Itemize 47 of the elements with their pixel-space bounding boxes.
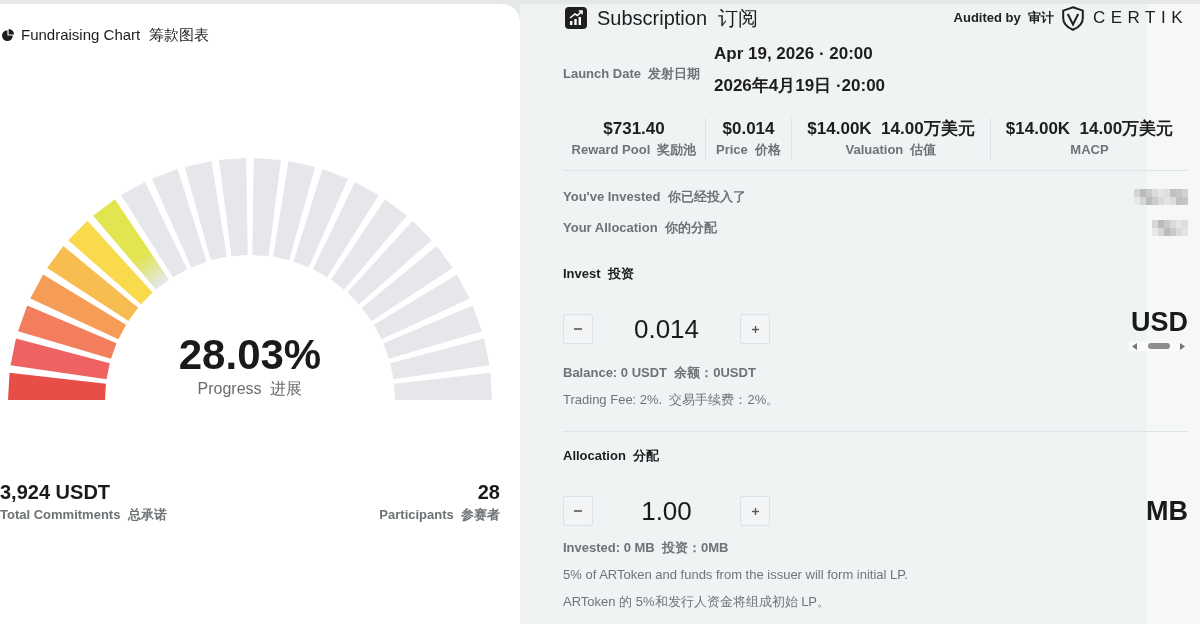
section-heading: Invest 投资	[563, 265, 635, 283]
launch-date-value: Apr 19, 2026 · 20:00	[714, 43, 874, 65]
note-text: ARToken 的 5%和发行人资金将组成初始 LP。	[563, 593, 832, 611]
progress-percent: 28.03%	[178, 332, 322, 378]
unit-label: MB	[1146, 496, 1188, 526]
plus-icon	[751, 325, 759, 333]
audit-label: Audited by 审计	[953, 9, 1054, 27]
plus-icon	[751, 507, 759, 515]
note-text: Invested: 0 MB 投资：0MB	[563, 539, 730, 557]
scroll-right-icon[interactable]	[1180, 342, 1185, 350]
launch-date-label: Launch Date 发射日期	[563, 65, 702, 83]
section-heading: Allocation 分配	[563, 447, 661, 465]
stat-label: Total Commitments 总承诺	[0, 506, 167, 524]
holding-label: Your Allocation 你的分配	[563, 218, 717, 237]
amount-input[interactable]: 1.00	[593, 496, 740, 526]
pixelated-value-icon	[1134, 188, 1188, 205]
metric-label: Reward Pool 奖励池	[571, 141, 697, 159]
stat-label: Participants 参赛者	[379, 506, 500, 524]
stat-value: 28	[477, 480, 500, 505]
scroll-left-icon[interactable]	[1132, 342, 1137, 350]
metric-label: MACP	[1070, 141, 1109, 159]
logo-wordmark: CERTIK	[1092, 7, 1188, 29]
minus-icon	[574, 510, 582, 512]
metric-value: $14.00K 14.00万美元	[807, 118, 975, 140]
progress-label: Progress 进展	[197, 379, 303, 399]
metric-label: Valuation 估值	[845, 141, 937, 159]
stat-value: 3,924 USDT	[0, 480, 111, 505]
metric-value: $14.00K 14.00万美元	[1005, 118, 1174, 140]
card-title: Fundraising Chart 筹款图表	[21, 25, 209, 45]
unit-label: USD	[1131, 307, 1188, 337]
holding-label: You've Invested 你已经投入了	[563, 187, 746, 206]
note-text: 5% of ARToken and funds from the issuer will form initial LP.	[563, 566, 909, 584]
amount-input[interactable]: 0.014	[593, 314, 740, 344]
metric-value: $731.40	[603, 118, 665, 140]
chart-tile-icon	[565, 7, 587, 29]
note-text: Trading Fee: 2%. 交易手续费：2%。	[563, 391, 781, 409]
minus-icon	[574, 328, 582, 330]
pie-chart-icon	[2, 29, 14, 41]
shield-logo-icon	[1061, 5, 1084, 31]
horizontal-scrollbar[interactable]	[1129, 341, 1188, 351]
scrollbar-thumb[interactable]	[1147, 343, 1170, 349]
metric-value: $0.014	[722, 118, 775, 140]
launch-date-value: 2026年4月19日 ·20:00	[714, 75, 887, 97]
note-text: Balance: 0 USDT 余额：0USDT	[563, 364, 757, 382]
pixelated-value-icon	[1152, 219, 1188, 236]
metric-label: Price 价格	[716, 141, 781, 159]
panel-title: Subscription 订阅	[597, 6, 759, 31]
